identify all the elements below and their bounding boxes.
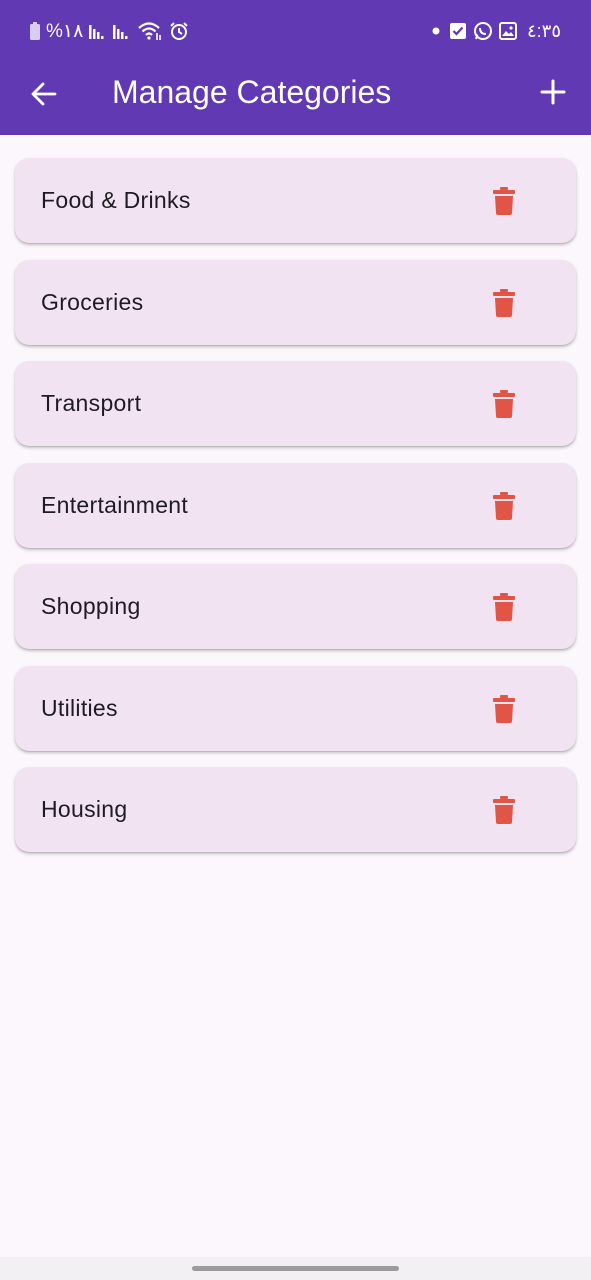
category-item[interactable]: Transport: [15, 361, 576, 446]
trash-icon: [493, 593, 515, 621]
app-bar: %١٨ ٤:٣٥ Manage Categories: [0, 0, 591, 135]
trash-icon: [493, 491, 515, 520]
battery-icon: [30, 22, 40, 40]
wifi-icon: [138, 22, 162, 40]
checkbox-icon: [449, 23, 466, 39]
arrow-back-icon: [31, 82, 57, 106]
add-category-button[interactable]: [531, 70, 575, 114]
signal-icon: [89, 25, 104, 39]
trash-icon: [493, 390, 515, 418]
signal-icon-2: [113, 25, 128, 39]
status-left: %١٨: [30, 20, 189, 43]
category-label: Utilities: [41, 694, 118, 721]
plus-icon: [540, 79, 566, 105]
delete-button[interactable]: [484, 588, 524, 626]
status-right: ٤:٣٥: [429, 21, 561, 42]
clock: ٤:٣٥: [526, 20, 561, 41]
category-item[interactable]: Food & Drinks: [15, 158, 576, 243]
delete-button[interactable]: [484, 385, 524, 423]
alarm-icon: [170, 22, 189, 40]
back-button[interactable]: [22, 72, 66, 116]
category-item[interactable]: Entertainment: [15, 462, 576, 548]
page-title: Manage Categories: [112, 74, 392, 110]
category-label: Shopping: [41, 593, 141, 619]
category-item[interactable]: Groceries: [15, 259, 576, 345]
delete-button[interactable]: [484, 284, 524, 322]
trash-icon: [493, 694, 515, 723]
delete-button[interactable]: [484, 182, 524, 220]
whatsapp-icon: [473, 22, 492, 40]
status-bar: %١٨ ٤:٣٥: [0, 0, 591, 62]
category-item[interactable]: Housing: [15, 767, 576, 852]
category-label: Groceries: [41, 288, 144, 315]
gallery-icon: [498, 22, 517, 40]
category-label: Entertainment: [41, 491, 189, 518]
battery-percent: %١٨: [46, 20, 84, 42]
navigation-bar: [0, 1257, 591, 1280]
toolbar: Manage Categories: [0, 62, 591, 135]
trash-icon: [493, 187, 515, 215]
category-label: Housing: [41, 796, 128, 822]
trash-icon: [493, 796, 515, 824]
notification-dot-icon: [432, 27, 440, 35]
delete-button[interactable]: [484, 791, 524, 829]
gesture-handle[interactable]: [192, 1266, 399, 1271]
category-label: Food & Drinks: [41, 187, 191, 213]
category-item[interactable]: Shopping: [15, 564, 576, 649]
trash-icon: [493, 288, 515, 317]
category-list: Food & Drinks Groceries Transport Entert…: [15, 158, 576, 869]
category-label: Transport: [41, 390, 142, 416]
delete-button[interactable]: [484, 690, 524, 728]
category-item[interactable]: Utilities: [15, 665, 576, 751]
delete-button[interactable]: [484, 487, 524, 525]
